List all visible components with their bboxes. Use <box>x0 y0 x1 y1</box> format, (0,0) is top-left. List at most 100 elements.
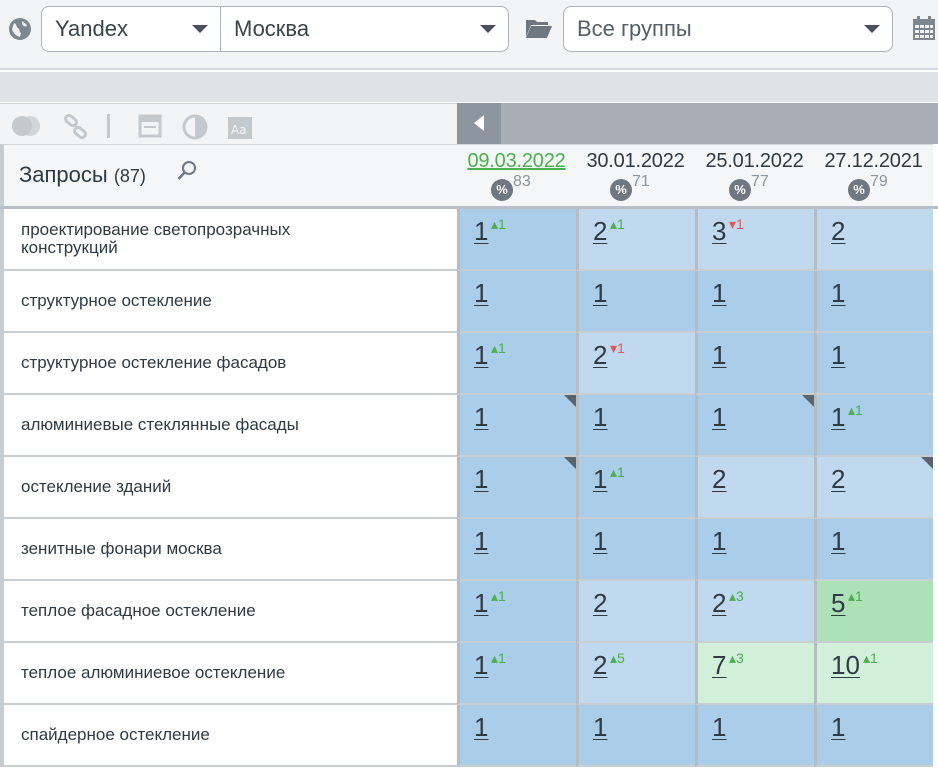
note-corner-icon[interactable] <box>921 457 933 469</box>
position-cell[interactable]: 2 <box>695 457 814 519</box>
position-cell[interactable]: 1 ▴1 <box>457 209 576 271</box>
query-row[interactable]: алюминиевые стеклянные фасады <box>0 395 457 457</box>
position-cell[interactable]: 1 <box>814 271 933 333</box>
query-row[interactable]: спайдерное остекление <box>0 705 457 767</box>
position-value[interactable]: 2 <box>593 588 607 619</box>
percent-icon[interactable]: % <box>729 179 751 201</box>
note-corner-icon[interactable] <box>802 395 814 407</box>
position-cell[interactable]: 1 <box>695 271 814 333</box>
queries-title[interactable]: Запросы (87) <box>19 162 146 188</box>
position-cell[interactable]: 1 <box>695 519 814 581</box>
position-value[interactable]: 1 <box>831 712 845 743</box>
position-value[interactable]: 2 <box>593 340 607 371</box>
position-cell[interactable]: 1 <box>576 395 695 457</box>
position-value[interactable]: 1 <box>593 464 607 495</box>
region-select[interactable]: Москва <box>220 6 509 52</box>
group-select[interactable]: Все группы <box>563 6 893 52</box>
toggle-icon[interactable] <box>10 114 42 138</box>
position-value[interactable]: 1 <box>474 464 488 495</box>
position-value[interactable]: 1 <box>474 402 488 433</box>
position-cell[interactable]: 1 <box>457 705 576 767</box>
position-cell[interactable]: 1 <box>814 705 933 767</box>
percent-icon[interactable]: % <box>610 179 632 201</box>
position-value[interactable]: 1 <box>474 278 488 309</box>
position-value[interactable]: 2 <box>831 216 845 247</box>
position-cell[interactable]: 1 <box>695 705 814 767</box>
position-value[interactable]: 10 <box>831 650 860 681</box>
position-value[interactable]: 1 <box>474 216 488 247</box>
position-value[interactable]: 1 <box>593 402 607 433</box>
position-value[interactable]: 1 <box>831 526 845 557</box>
position-cell[interactable]: 1 <box>695 395 814 457</box>
query-row[interactable]: зенитные фонари москва <box>0 519 457 581</box>
position-cell[interactable]: 1 ▴1 <box>576 457 695 519</box>
position-cell[interactable]: 2 <box>814 457 933 519</box>
position-cell[interactable]: 1 ▴1 <box>814 395 933 457</box>
window-icon[interactable] <box>138 114 162 138</box>
position-cell[interactable]: 10 ▴1 <box>814 643 933 705</box>
position-value[interactable]: 1 <box>831 278 845 309</box>
position-cell[interactable]: 1 <box>576 519 695 581</box>
position-cell[interactable]: 3 ▾1 <box>695 209 814 271</box>
position-value[interactable]: 1 <box>474 588 488 619</box>
folder-open-icon[interactable] <box>525 17 553 39</box>
position-value[interactable]: 2 <box>831 464 845 495</box>
position-value[interactable]: 1 <box>474 340 488 371</box>
percent-icon[interactable]: % <box>848 179 870 201</box>
position-cell[interactable]: 2 ▴5 <box>576 643 695 705</box>
position-cell[interactable]: 1 ▴1 <box>457 333 576 395</box>
position-value[interactable]: 2 <box>593 650 607 681</box>
position-value[interactable]: 2 <box>593 216 607 247</box>
position-cell[interactable]: 1 <box>576 271 695 333</box>
position-cell[interactable]: 2 ▴1 <box>576 209 695 271</box>
query-row[interactable]: структурное остекление <box>0 271 457 333</box>
position-cell[interactable]: 1 ▴1 <box>457 643 576 705</box>
position-value[interactable]: 1 <box>712 526 726 557</box>
position-value[interactable]: 1 <box>593 526 607 557</box>
position-cell[interactable]: 2 ▾1 <box>576 333 695 395</box>
note-corner-icon[interactable] <box>564 395 576 407</box>
query-row[interactable]: остекление зданий <box>0 457 457 519</box>
position-cell[interactable]: 1 <box>457 457 576 519</box>
position-cell[interactable]: 1 <box>814 519 933 581</box>
query-row[interactable]: структурное остекление фасадов <box>0 333 457 395</box>
position-value[interactable]: 1 <box>593 278 607 309</box>
search-icon[interactable] <box>177 160 197 182</box>
position-cell[interactable]: 1 ▴1 <box>457 581 576 643</box>
contrast-icon[interactable] <box>182 114 208 140</box>
query-row[interactable]: проектирование светопрозрачных конструкц… <box>0 209 457 271</box>
position-cell[interactable]: 1 <box>457 395 576 457</box>
position-cell[interactable]: 1 <box>457 519 576 581</box>
position-value[interactable]: 1 <box>474 650 488 681</box>
position-cell[interactable]: 2 <box>814 209 933 271</box>
position-value[interactable]: 1 <box>831 402 845 433</box>
position-value[interactable]: 1 <box>474 526 488 557</box>
font-size-icon[interactable]: Aa <box>227 116 253 140</box>
position-cell[interactable]: 2 ▴3 <box>695 581 814 643</box>
position-value[interactable]: 1 <box>712 340 726 371</box>
position-value[interactable]: 1 <box>712 278 726 309</box>
position-cell[interactable]: 1 <box>457 271 576 333</box>
position-value[interactable]: 7 <box>712 650 726 681</box>
position-cell[interactable]: 2 <box>576 581 695 643</box>
position-value[interactable]: 2 <box>712 464 726 495</box>
percent-icon[interactable]: % <box>491 179 513 201</box>
position-cell[interactable]: 1 <box>576 705 695 767</box>
date-label[interactable]: 09.03.2022 <box>457 150 576 173</box>
position-value[interactable]: 1 <box>712 712 726 743</box>
position-value[interactable]: 1 <box>593 712 607 743</box>
position-value[interactable]: 1 <box>474 712 488 743</box>
position-cell[interactable]: 1 <box>814 333 933 395</box>
query-row[interactable]: теплое фасадное остекление <box>0 581 457 643</box>
position-value[interactable]: 2 <box>712 588 726 619</box>
search-engine-select[interactable]: Yandex <box>41 6 221 52</box>
position-value[interactable]: 1 <box>712 402 726 433</box>
position-cell[interactable]: 7 ▴3 <box>695 643 814 705</box>
position-value[interactable]: 5 <box>831 588 845 619</box>
calendar-icon[interactable] <box>912 15 936 41</box>
position-cell[interactable]: 5 ▴1 <box>814 581 933 643</box>
position-cell[interactable]: 1 <box>695 333 814 395</box>
position-value[interactable]: 1 <box>831 340 845 371</box>
query-row[interactable]: теплое алюминиевое остекление <box>0 643 457 705</box>
note-corner-icon[interactable] <box>564 457 576 469</box>
